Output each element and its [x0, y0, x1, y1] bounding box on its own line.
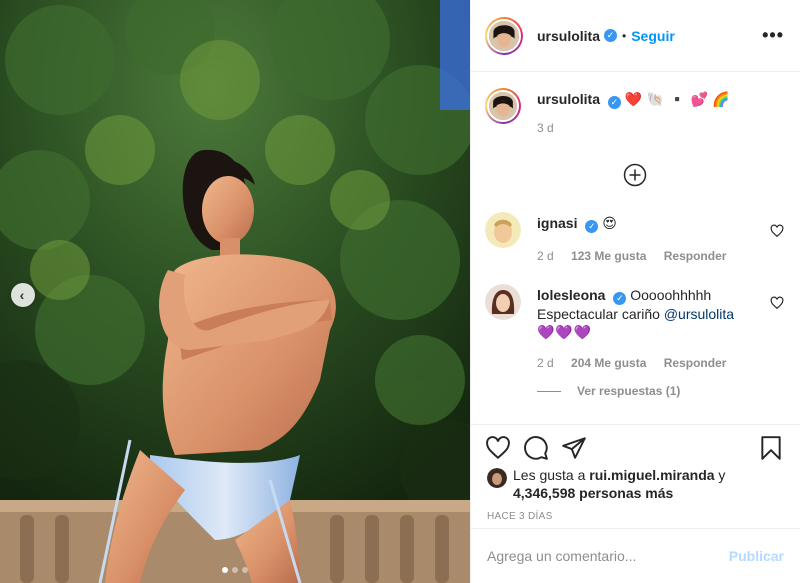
comment-emojis: 💜💜💜 [537, 325, 593, 341]
more-options-icon[interactable]: ••• [762, 25, 784, 46]
carousel-prev-button[interactable]: ‹ [11, 283, 35, 307]
carousel-dot-2 [232, 567, 238, 573]
comment-content: 😍 [602, 216, 617, 232]
comment-body: lolesleona ✓ Ooooohhhhh Espectacular car… [537, 286, 754, 372]
comment-bubble-icon[interactable] [523, 435, 549, 461]
caption-text: ursulolita ✓ ❤️ 🐚 ▪️ 💕 🌈 [537, 90, 754, 109]
likes-text: Les gusta a rui.miguel.miranda y 4,346,5… [513, 466, 725, 502]
post-action-bar [471, 424, 800, 470]
replies-divider [537, 390, 561, 392]
caption-avatar[interactable] [485, 88, 521, 124]
comment-meta: 2 d 204 Me gusta Responder [537, 354, 754, 372]
likes-summary: Les gusta a rui.miguel.miranda y 4,346,5… [487, 466, 784, 502]
author-username[interactable]: ursulolita [537, 28, 600, 44]
likes-joiner: y [718, 467, 726, 483]
verified-badge-icon: ✓ [585, 220, 599, 233]
comment-body: ignasi ✓ 😍 2 d 123 Me gusta Responder [537, 214, 754, 265]
comments-section: ursulolita ✓ ❤️ 🐚 ▪️ 💕 🌈 3 d ignasi ✓ 😍 … [471, 72, 800, 424]
comment-input[interactable] [487, 548, 729, 564]
comment-time[interactable]: 2 d [537, 249, 554, 263]
comment-avatar[interactable] [485, 212, 521, 248]
liker-avatar[interactable] [487, 468, 507, 488]
post-side-panel: ursulolita ✓ • Seguir ••• ursulolita ✓ ❤… [470, 0, 800, 583]
comment-likes[interactable]: 204 Me gusta [571, 356, 646, 370]
post-media: ‹ [0, 0, 470, 583]
view-replies-label: Ver respuestas (1) [577, 384, 681, 398]
caption-meta: 3 d [537, 119, 754, 137]
comment-username[interactable]: ignasi [537, 215, 577, 231]
caption-time[interactable]: 3 d [537, 121, 554, 135]
follow-button[interactable]: Seguir [631, 28, 675, 44]
chevron-left-icon: ‹ [19, 287, 25, 303]
comment-mention[interactable]: @ursulolita [664, 306, 734, 322]
share-send-icon[interactable] [561, 435, 587, 461]
caption-body: ursulolita ✓ ❤️ 🐚 ▪️ 💕 🌈 3 d [537, 90, 754, 137]
likes-count[interactable]: 4,346,598 personas más [513, 485, 673, 501]
verified-badge-icon: ✓ [607, 96, 621, 109]
likes-prefix: Les gusta a [513, 467, 586, 483]
comment-username[interactable]: lolesleona [537, 287, 605, 303]
post-photo [0, 0, 470, 583]
comment-avatar[interactable] [485, 284, 521, 320]
instagram-post-modal: ‹ ursulolita ✓ • Seguir ••• ursulolita ✓… [0, 0, 800, 583]
header-separator: • [622, 28, 627, 43]
author-avatar[interactable] [485, 16, 523, 55]
caption-username[interactable]: ursulolita [537, 91, 600, 107]
liker-username[interactable]: rui.miguel.miranda [589, 467, 714, 483]
comment-meta: 2 d 123 Me gusta Responder [537, 247, 754, 265]
verified-badge-icon: ✓ [613, 292, 627, 305]
add-comment-bar: Publicar [471, 528, 800, 583]
post-timestamp[interactable]: HACE 3 DÍAS [487, 511, 553, 522]
comment-time[interactable]: 2 d [537, 356, 554, 370]
comment-text: ignasi ✓ 😍 [537, 214, 754, 233]
reply-button[interactable]: Responder [664, 356, 727, 370]
reply-button[interactable]: Responder [664, 249, 727, 263]
publish-button[interactable]: Publicar [729, 548, 784, 564]
like-comment-heart-icon[interactable] [770, 296, 784, 310]
carousel-dot-3 [242, 567, 248, 573]
comment-text: lolesleona ✓ Ooooohhhhh Espectacular car… [537, 286, 754, 342]
verified-badge-icon: ✓ [604, 29, 618, 42]
post-header: ursulolita ✓ • Seguir ••• [471, 0, 800, 72]
carousel-indicator [222, 567, 248, 573]
carousel-dot-1 [222, 567, 228, 573]
caption-emojis: ❤️ 🐚 ▪️ 💕 🌈 [624, 92, 730, 108]
load-more-comments-icon[interactable] [623, 163, 647, 187]
view-replies-button[interactable]: Ver respuestas (1) [537, 384, 680, 398]
like-heart-icon[interactable] [485, 435, 511, 461]
like-comment-heart-icon[interactable] [770, 224, 784, 238]
comment-likes[interactable]: 123 Me gusta [571, 249, 646, 263]
save-bookmark-icon[interactable] [758, 435, 784, 461]
